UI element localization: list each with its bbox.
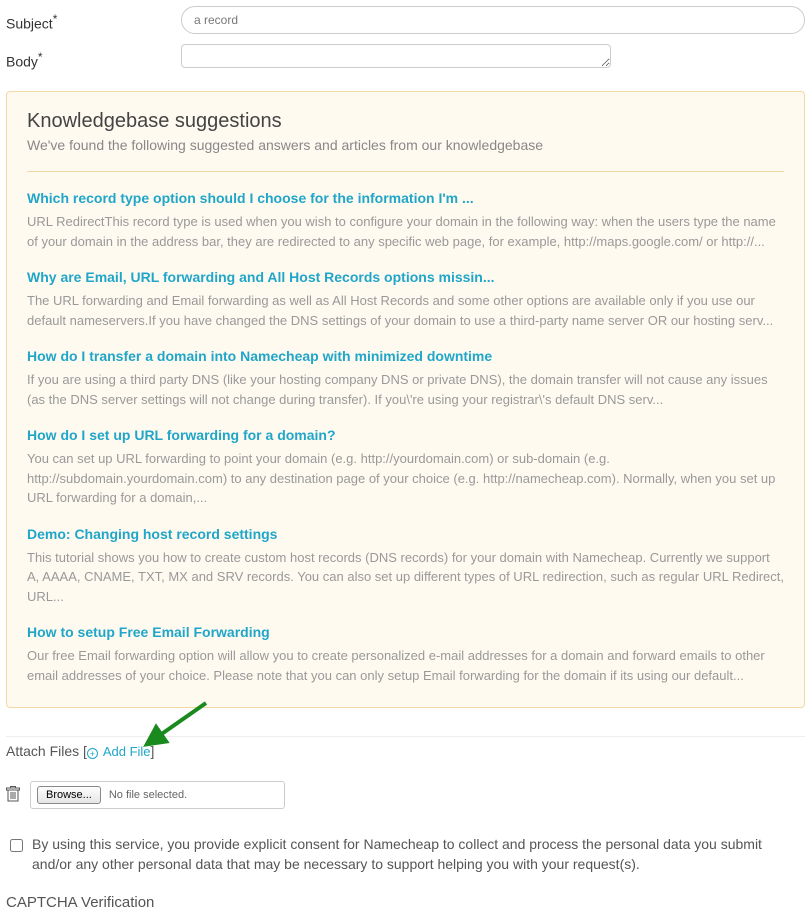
kb-item-link[interactable]: Which record type option should I choose… [27,190,474,206]
kb-item-link[interactable]: How do I set up URL forwarding for a dom… [27,427,336,443]
kb-item: How do I transfer a domain into Namechea… [27,348,784,409]
subject-label: Subject* [6,6,181,32]
kb-item-excerpt: URL RedirectThis record type is used whe… [27,212,784,251]
consent-text: By using this service, you provide expli… [32,835,805,874]
body-textarea[interactable] [181,44,611,68]
kb-item: Why are Email, URL forwarding and All Ho… [27,269,784,330]
body-label: Body* [6,44,181,70]
kb-divider [27,171,784,172]
kb-item-link[interactable]: Demo: Changing host record settings [27,526,277,542]
kb-item-excerpt: The URL forwarding and Email forwarding … [27,291,784,330]
browse-button[interactable]: Browse... [37,786,101,804]
kb-item-link[interactable]: How do I transfer a domain into Namechea… [27,348,492,364]
kb-item-link[interactable]: How to setup Free Email Forwarding [27,624,270,640]
kb-item-excerpt: You can set up URL forwarding to point y… [27,449,784,508]
add-file-link[interactable]: + Add File [87,744,151,759]
kb-item-link[interactable]: Why are Email, URL forwarding and All Ho… [27,269,495,285]
subject-input[interactable] [181,6,805,34]
knowledgebase-panel: Knowledgebase suggestions We've found th… [6,91,805,708]
kb-item: How do I set up URL forwarding for a dom… [27,427,784,508]
kb-subtitle: We've found the following suggested answ… [27,137,784,153]
kb-item-excerpt: This tutorial shows you how to create cu… [27,548,784,607]
trash-icon[interactable] [6,786,20,805]
kb-title: Knowledgebase suggestions [27,110,784,133]
kb-item-excerpt: Our free Email forwarding option will al… [27,646,784,685]
attach-files-row: Attach Files [+ Add File] [6,736,805,759]
kb-item: Which record type option should I choose… [27,190,784,251]
captcha-heading: CAPTCHA Verification [6,894,805,911]
kb-item-excerpt: If you are using a third party DNS (like… [27,370,784,409]
consent-checkbox[interactable] [10,839,23,852]
attach-files-label: Attach Files [6,743,79,759]
file-selected-text: No file selected. [109,789,187,801]
file-input-box: Browse... No file selected. [30,781,285,809]
plus-circle-icon: + [87,748,98,759]
kb-item: How to setup Free Email Forwarding Our f… [27,624,784,685]
kb-item: Demo: Changing host record settings This… [27,526,784,607]
